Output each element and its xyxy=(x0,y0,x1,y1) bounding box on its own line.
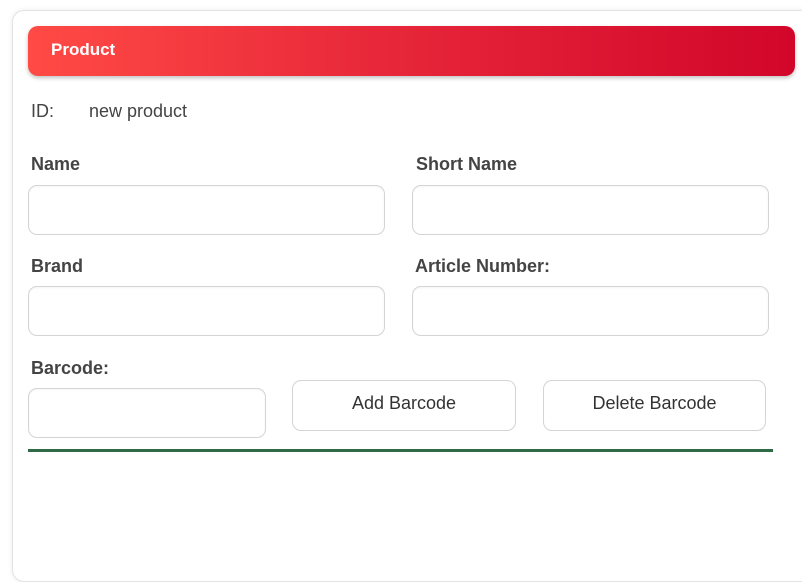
name-input[interactable] xyxy=(28,185,385,235)
brand-input[interactable] xyxy=(28,286,385,336)
id-value: new product xyxy=(89,101,188,121)
short-name-input[interactable] xyxy=(412,185,769,235)
name-label: Name xyxy=(31,154,81,174)
id-row: ID: new product xyxy=(31,101,187,122)
section-divider xyxy=(28,449,773,452)
article-number-input[interactable] xyxy=(412,286,769,336)
short-name-label: Short Name xyxy=(416,154,518,174)
panel-title: Product xyxy=(51,39,116,59)
barcode-label: Barcode: xyxy=(31,358,110,378)
id-label: ID: xyxy=(31,101,55,121)
delete-barcode-button[interactable]: Delete Barcode xyxy=(543,380,766,431)
brand-label: Brand xyxy=(31,256,84,276)
panel-header: Product xyxy=(28,26,795,76)
add-barcode-button[interactable]: Add Barcode xyxy=(292,380,516,431)
article-number-label: Article Number: xyxy=(415,256,551,276)
barcode-input[interactable] xyxy=(28,388,266,438)
